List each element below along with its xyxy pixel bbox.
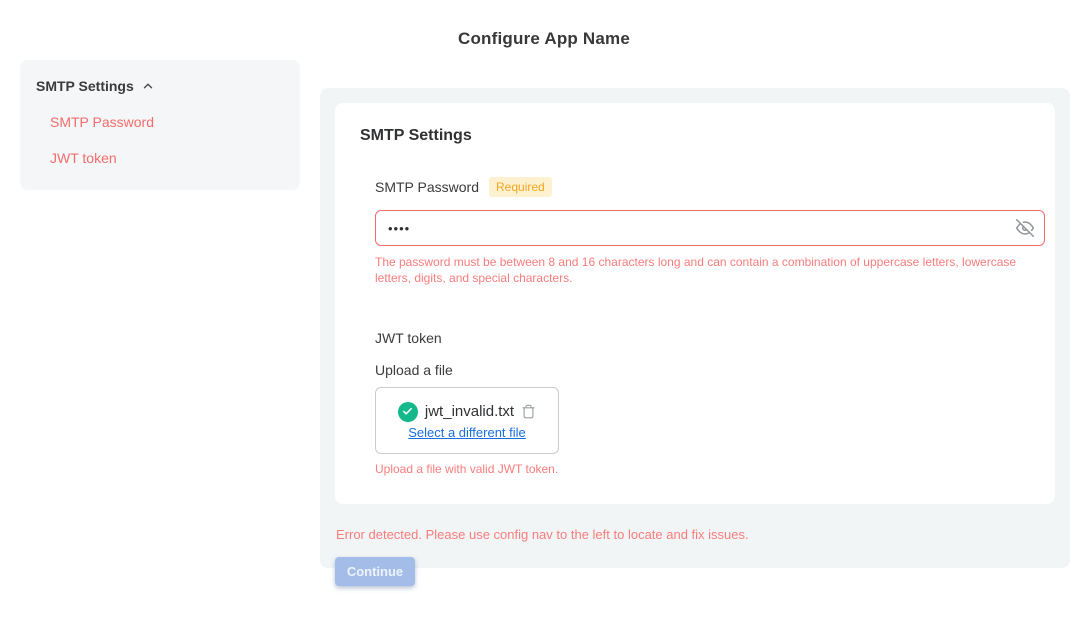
sidebar-item-jwt-token[interactable]: JWT token	[50, 150, 284, 166]
sidebar-item-smtp-password[interactable]: SMTP Password	[50, 114, 284, 130]
password-validation-message: The password must be between 8 and 16 ch…	[375, 254, 1045, 286]
smtp-password-input[interactable]	[375, 210, 1045, 246]
form-error-message: Error detected. Please use config nav to…	[336, 527, 1055, 542]
card-heading: SMTP Settings	[360, 127, 1040, 145]
upload-file-label: Upload a file	[375, 362, 1015, 378]
trash-icon[interactable]	[521, 403, 536, 420]
chevron-up-icon	[141, 79, 155, 93]
sidebar-section-label: SMTP Settings	[36, 78, 134, 94]
sidebar-section-smtp-settings[interactable]: SMTP Settings	[36, 78, 284, 94]
smtp-password-label: SMTP Password	[375, 179, 479, 195]
uploaded-file-box: jwt_invalid.txt Select a different file	[375, 387, 559, 454]
page-title: Configure App Name	[0, 29, 1088, 49]
continue-button[interactable]: Continue	[335, 557, 415, 586]
config-nav-sidebar: SMTP Settings SMTP Password JWT token	[20, 60, 300, 190]
smtp-settings-card: SMTP Settings SMTP Password Required	[335, 103, 1055, 504]
select-different-file-link[interactable]: Select a different file	[408, 425, 526, 440]
check-icon	[398, 402, 418, 422]
jwt-validation-message: Upload a file with valid JWT token.	[375, 462, 1015, 476]
eye-off-icon[interactable]	[1016, 219, 1034, 237]
jwt-token-label: JWT token	[375, 330, 1015, 346]
required-badge: Required	[489, 177, 552, 197]
uploaded-file-name: jwt_invalid.txt	[425, 403, 514, 420]
config-panel: SMTP Settings SMTP Password Required	[320, 88, 1070, 568]
